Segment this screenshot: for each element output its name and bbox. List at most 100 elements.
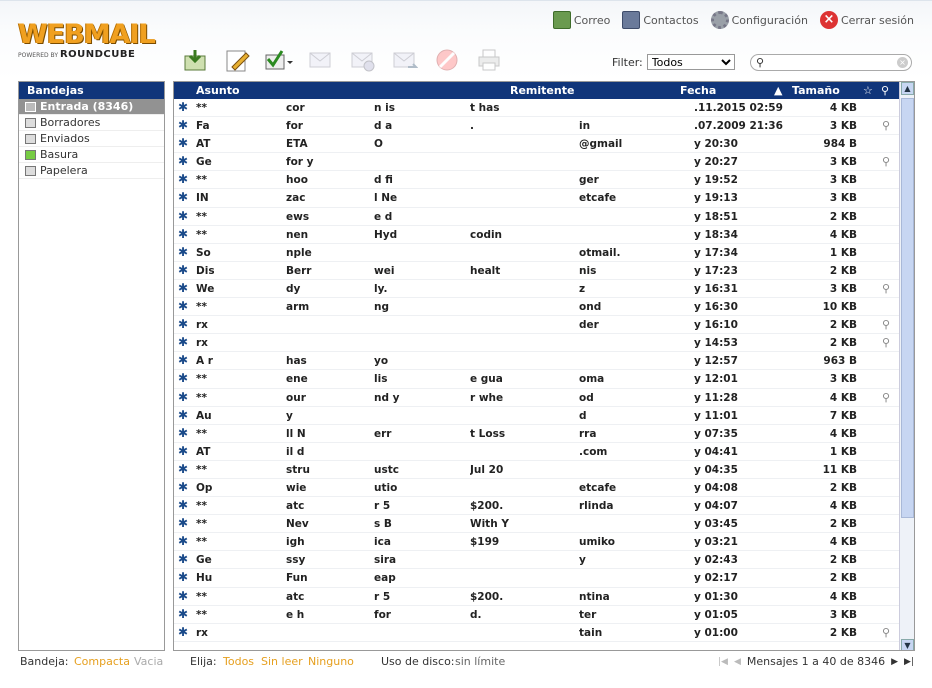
unread-status-icon[interactable]: ✱ <box>178 227 188 241</box>
column-from[interactable]: Remitente <box>510 82 574 99</box>
folder-inbox[interactable]: Entrada (8346) <box>19 99 164 115</box>
last-page-icon[interactable]: ▶| <box>904 657 914 667</box>
scroll-up-icon[interactable]: ▲ <box>901 82 914 95</box>
message-row[interactable]: ✱ Au y d y 11:01 7 KB <box>174 407 901 425</box>
search-box[interactable]: ⚲ × <box>750 54 912 71</box>
message-row[interactable]: ✱ Op wie utio etcafe y 04:08 2 KB <box>174 479 901 498</box>
message-row[interactable]: ✱ rx der y 16:10 2 KB ⚲ <box>174 316 901 335</box>
folder-trash[interactable]: Papelera <box>19 163 164 179</box>
unread-status-icon[interactable]: ✱ <box>178 480 188 494</box>
unread-status-icon[interactable]: ✱ <box>178 607 188 621</box>
message-row[interactable]: ✱ ** atc r 5 $200. ntina y 01:30 4 KB <box>174 588 901 606</box>
message-row[interactable]: ✱ ** e h for d. ter y 01:05 3 KB <box>174 606 901 624</box>
compose-button[interactable] <box>222 45 252 75</box>
nav-mail[interactable]: Correo <box>552 11 610 29</box>
scroll-down-icon[interactable]: ▼ <box>901 639 914 650</box>
message-row[interactable]: ✱ ** arm ng ond y 16:30 10 KB <box>174 298 901 317</box>
reply-all-button[interactable] <box>348 45 378 75</box>
unread-status-icon[interactable]: ✱ <box>178 136 188 150</box>
unread-status-icon[interactable]: ✱ <box>178 625 188 639</box>
message-row[interactable]: ✱ ** Nev s B With Y y 03:45 2 KB <box>174 515 901 534</box>
message-row[interactable]: ✱ ** nen Hyd codin y 18:34 4 KB <box>174 226 901 244</box>
message-row[interactable]: ✱ ** our nd y r whe od y 11:28 4 KB ⚲ <box>174 389 901 407</box>
unread-status-icon[interactable]: ✱ <box>178 154 188 168</box>
message-row[interactable]: ✱ rx y 14:53 2 KB ⚲ <box>174 334 901 353</box>
flag-column-icon[interactable]: ☆ <box>863 82 873 99</box>
nav-contacts[interactable]: Contactos <box>622 11 699 29</box>
unread-status-icon[interactable]: ✱ <box>178 317 188 331</box>
unread-status-icon[interactable]: ✱ <box>178 552 188 566</box>
message-row[interactable]: ✱ ** cor n is t has .11.2015 02:59 4 KB <box>174 99 901 118</box>
message-row[interactable]: ✱ We dy ly. z y 16:31 3 KB ⚲ <box>174 280 901 299</box>
delete-button[interactable] <box>432 45 462 75</box>
compact-folder-link[interactable]: Compacta <box>74 655 130 668</box>
reply-button[interactable] <box>306 45 336 75</box>
message-row[interactable]: ✱ rx tain y 01:00 2 KB ⚲ <box>174 624 901 642</box>
unread-status-icon[interactable]: ✱ <box>178 353 188 367</box>
unread-status-icon[interactable]: ✱ <box>178 209 188 223</box>
unread-status-icon[interactable]: ✱ <box>178 570 188 584</box>
message-row[interactable]: ✱ A r has yo y 12:57 963 B <box>174 352 901 371</box>
message-row[interactable]: ✱ AT ETA O @gmail y 20:30 984 B <box>174 135 901 154</box>
unread-status-icon[interactable]: ✱ <box>178 462 188 476</box>
print-button[interactable] <box>474 45 504 75</box>
unread-status-icon[interactable]: ✱ <box>178 100 188 114</box>
column-size[interactable]: Tamaño <box>792 82 840 99</box>
prev-page-icon[interactable]: ◀ <box>734 657 741 667</box>
nav-settings[interactable]: Configuración <box>710 11 808 29</box>
unread-status-icon[interactable]: ✱ <box>178 245 188 259</box>
unread-status-icon[interactable]: ✱ <box>178 281 188 295</box>
search-icon[interactable]: ⚲ <box>756 56 764 69</box>
select-unread-link[interactable]: Sin leer <box>261 655 303 668</box>
empty-folder-link[interactable]: Vacia <box>134 655 163 668</box>
next-page-icon[interactable]: ▶ <box>891 657 898 667</box>
message-row[interactable]: ✱ Fa for d a. in .07.2009 21:36 3 KB ⚲ <box>174 117 901 136</box>
message-row[interactable]: ✱ ** ene lis e gua oma y 12:01 3 KB <box>174 370 901 389</box>
search-input[interactable] <box>771 56 889 69</box>
message-row[interactable]: ✱ ** ews e d y 18:51 2 KB <box>174 208 901 226</box>
message-row[interactable]: ✱ ** ll N err t Loss rra y 07:35 4 KB <box>174 425 901 443</box>
folder-drafts[interactable]: Borradores <box>19 115 164 131</box>
scrollbar[interactable]: ▲ ▼ <box>899 82 914 650</box>
message-row[interactable]: ✱ IN zac l Ne etcafe y 19:13 3 KB <box>174 189 901 208</box>
message-row[interactable]: ✱ ** atc r 5 $200. rlinda y 04:07 4 KB <box>174 497 901 516</box>
folder-sent[interactable]: Enviados <box>19 131 164 147</box>
unread-status-icon[interactable]: ✱ <box>178 118 188 132</box>
unread-status-icon[interactable]: ✱ <box>178 589 188 603</box>
message-row[interactable]: ✱ AT il d .com y 04:41 1 KB <box>174 443 901 461</box>
folder-junk[interactable]: Basura <box>19 147 164 163</box>
first-page-icon[interactable]: |◀ <box>718 657 728 667</box>
message-row[interactable]: ✱ Dis Berr wei healt nis y 17:23 2 KB <box>174 262 901 280</box>
unread-status-icon[interactable]: ✱ <box>178 335 188 349</box>
mark-button[interactable] <box>264 45 294 75</box>
unread-status-icon[interactable]: ✱ <box>178 263 188 277</box>
filter-select[interactable]: Todos <box>646 54 735 70</box>
unread-status-icon[interactable]: ✱ <box>178 299 188 313</box>
unread-status-icon[interactable]: ✱ <box>178 534 188 548</box>
unread-status-icon[interactable]: ✱ <box>178 408 188 422</box>
unread-status-icon[interactable]: ✱ <box>178 426 188 440</box>
column-subject[interactable]: Asunto <box>196 82 240 99</box>
unread-status-icon[interactable]: ✱ <box>178 172 188 186</box>
unread-status-icon[interactable]: ✱ <box>178 444 188 458</box>
nav-logout[interactable]: × Cerrar sesión <box>819 11 914 29</box>
message-row[interactable]: ✱ Hu Fun eap y 02:17 2 KB <box>174 569 901 588</box>
scroll-thumb[interactable] <box>901 98 914 518</box>
unread-status-icon[interactable]: ✱ <box>178 390 188 404</box>
unread-status-icon[interactable]: ✱ <box>178 371 188 385</box>
check-mail-button[interactable] <box>180 45 210 75</box>
unread-status-icon[interactable]: ✱ <box>178 516 188 530</box>
message-row[interactable]: ✱ Ge ssy sira y y 02:43 2 KB <box>174 551 901 570</box>
select-all-link[interactable]: Todos <box>223 655 254 668</box>
forward-button[interactable] <box>390 45 420 75</box>
column-date[interactable]: Fecha <box>680 82 716 99</box>
message-row[interactable]: ✱ So nple otmail. y 17:34 1 KB <box>174 244 901 262</box>
clear-search-icon[interactable]: × <box>897 57 908 68</box>
select-none-link[interactable]: Ninguno <box>308 655 354 668</box>
message-row[interactable]: ✱ ** stru ustc Jul 20 y 04:35 11 KB <box>174 461 901 479</box>
message-row[interactable]: ✱ ** igh ica $199 umiko y 03:21 4 KB <box>174 533 901 552</box>
unread-status-icon[interactable]: ✱ <box>178 498 188 512</box>
unread-status-icon[interactable]: ✱ <box>178 190 188 204</box>
message-row[interactable]: ✱ ** hoo d fi ger y 19:52 3 KB <box>174 171 901 190</box>
message-row[interactable]: ✱ Ge for y y 20:27 3 KB ⚲ <box>174 153 901 172</box>
